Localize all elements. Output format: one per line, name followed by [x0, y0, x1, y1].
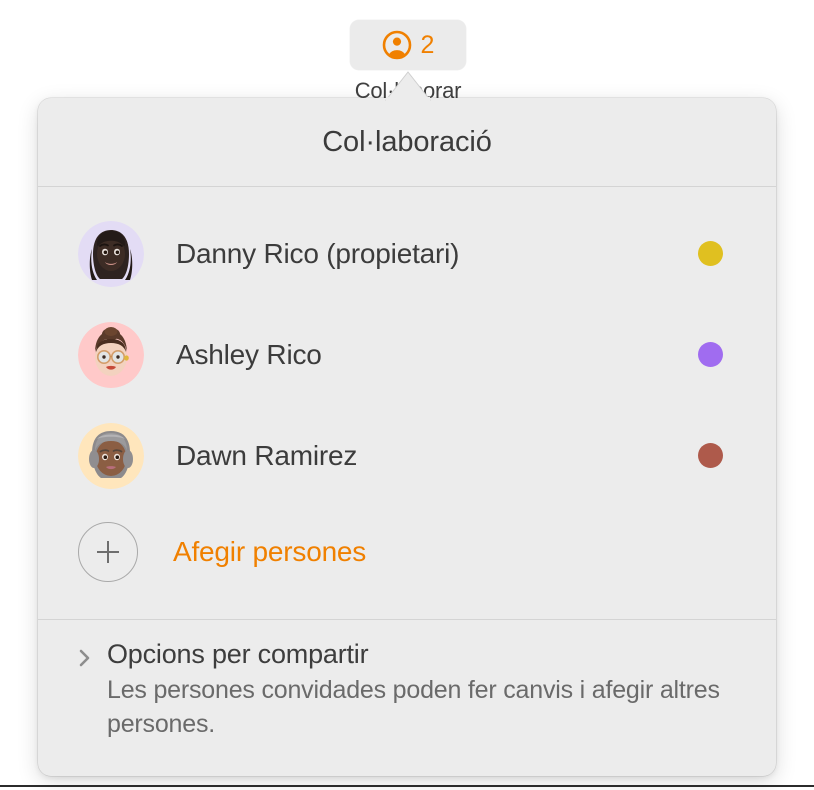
add-people-label: Afegir persones — [173, 536, 367, 567]
popover-arrow — [384, 71, 432, 102]
collaborator-count: 2 — [420, 30, 435, 59]
people-list: Danny Rico (propietari) Ashley Rico Dawn… — [38, 187, 776, 598]
avatar — [78, 321, 144, 388]
plus-icon[interactable] — [78, 522, 138, 582]
collaborate-button[interactable]: 2 — [350, 20, 466, 70]
chevron-right-icon[interactable] — [76, 644, 94, 672]
person-name: Dawn Ramirez — [176, 439, 358, 471]
share-options-description: Les persones convidades poden fer canvis… — [107, 676, 720, 738]
add-people-row[interactable]: Afegir persones — [38, 506, 776, 598]
share-options-header[interactable]: Opcions per compartir — [76, 638, 736, 672]
person-row[interactable]: Dawn Ramirez — [38, 405, 776, 506]
collaboration-popover: Col·laboració Danny Rico (propietari) As… — [38, 98, 776, 776]
window-bottom-edge — [0, 785, 814, 787]
share-options-title: Opcions per compartir — [107, 639, 369, 669]
person-row[interactable]: Danny Rico (propietari) — [38, 203, 776, 304]
person-row[interactable]: Ashley Rico — [38, 304, 776, 405]
participant-color-dot — [698, 443, 723, 468]
popover-title: Col·laboració — [322, 125, 492, 158]
participant-color-dot — [698, 241, 723, 266]
person-icon — [382, 30, 411, 60]
person-name: Ashley Rico — [176, 338, 322, 370]
participant-color-dot — [698, 342, 723, 367]
avatar — [78, 220, 144, 287]
person-name: Danny Rico (propietari) — [176, 237, 460, 269]
avatar — [78, 422, 144, 489]
popover-header: Col·laboració — [38, 98, 776, 187]
share-options-section: Opcions per compartir Les persones convi… — [38, 619, 776, 742]
